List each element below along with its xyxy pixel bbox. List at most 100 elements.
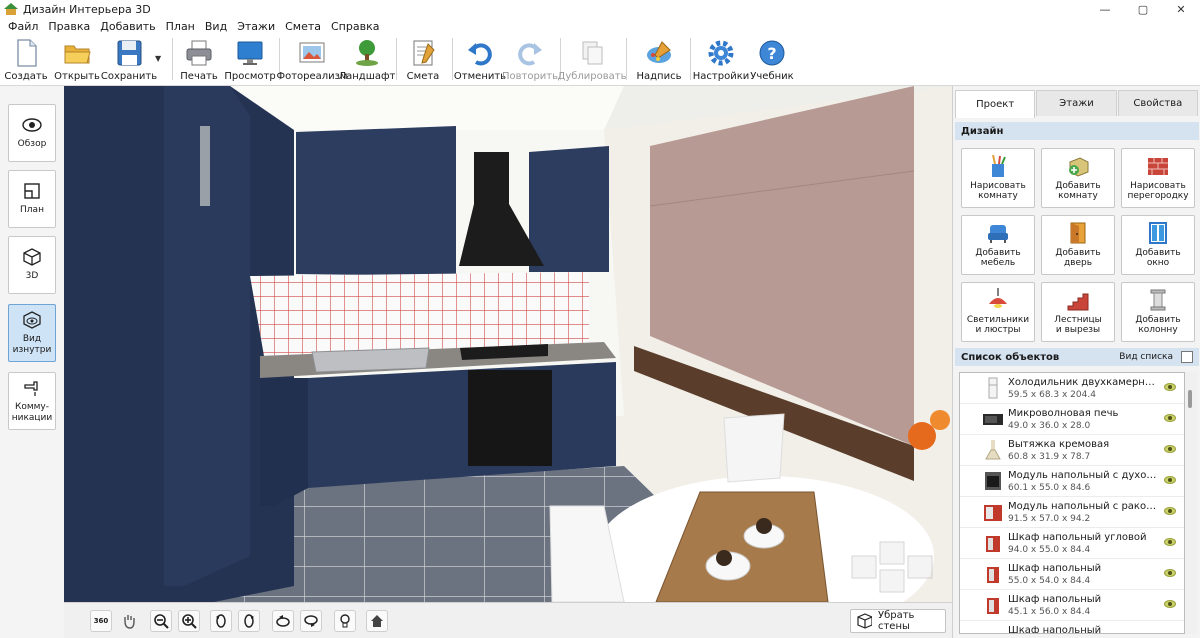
object-name: Модуль напольный с раковиной <box>1008 501 1160 512</box>
main-toolbar: Создать Открыть Сохранить ▼ Печать Просм… <box>0 34 1200 86</box>
stairs-button[interactable]: Лестницы и вырезы <box>1041 282 1115 342</box>
menu-file[interactable]: Файл <box>3 20 43 33</box>
redo-label: Повторить <box>501 71 559 82</box>
visibility-eye-icon[interactable] <box>1164 476 1176 484</box>
3d-viewport[interactable] <box>64 86 952 602</box>
add-door-button[interactable]: Добавить дверь <box>1041 215 1115 275</box>
visibility-eye-icon[interactable] <box>1164 538 1176 546</box>
tab-project[interactable]: Проект <box>955 90 1036 118</box>
sidebar-item-utilities[interactable]: Комму- никации <box>8 372 56 430</box>
settings-label: Настройки <box>692 71 750 82</box>
minimize-button[interactable]: — <box>1086 0 1124 18</box>
list-item[interactable]: Холодильник двухкамерный бе... 59.5 x 68… <box>960 373 1184 404</box>
tilt-up-button[interactable] <box>272 610 294 632</box>
scrollbar-thumb[interactable] <box>1188 390 1192 408</box>
tutorial-label: Учебник <box>750 71 794 82</box>
list-item[interactable]: Шкаф напольный 55.0 x 54.0 x 84.4 <box>960 559 1184 590</box>
list-item[interactable]: Вытяжка кремовая 60.8 x 31.9 x 78.7 <box>960 435 1184 466</box>
add-furniture-button[interactable]: Добавить мебель <box>961 215 1035 275</box>
kitchen-3d-scene[interactable] <box>64 86 952 602</box>
preview-button[interactable]: Просмотр <box>224 36 276 84</box>
menu-view[interactable]: Вид <box>200 20 232 33</box>
list-item[interactable]: Микроволновая печь 49.0 x 36.0 x 28.0 <box>960 404 1184 435</box>
estimate-button[interactable]: Смета <box>404 36 442 84</box>
visibility-eye-icon[interactable] <box>1164 569 1176 577</box>
list-item[interactable]: Модуль напольный с раковиной 91.5 x 57.0… <box>960 497 1184 528</box>
open-button[interactable]: Открыть <box>54 36 100 84</box>
visibility-eye-icon[interactable] <box>1164 414 1176 422</box>
printer-icon <box>184 38 214 68</box>
visibility-eye-icon[interactable] <box>1164 383 1176 391</box>
menu-edit[interactable]: Правка <box>43 20 95 33</box>
tutorial-button[interactable]: ? Учебник <box>750 36 794 84</box>
menu-add[interactable]: Добавить <box>95 20 160 33</box>
zoom-in-icon <box>182 614 197 629</box>
photorealism-label: Фотореализм <box>276 71 348 82</box>
list-item[interactable]: Шкаф напольный 45.1 x 56.0 x 84.4 <box>960 590 1184 621</box>
zoom-out-button[interactable] <box>150 610 172 632</box>
create-button[interactable]: Создать <box>4 36 48 84</box>
visibility-eye-icon[interactable] <box>1164 507 1176 515</box>
close-button[interactable]: ✕ <box>1162 0 1200 18</box>
design-header-label: Дизайн <box>961 125 1004 137</box>
draw-room-button[interactable]: Нарисовать комнату <box>961 148 1035 208</box>
caption-label: Надпись <box>636 71 682 82</box>
redo-button[interactable]: Повторить <box>502 36 558 84</box>
rotate-360-button[interactable]: 360 <box>90 610 112 632</box>
visibility-eye-icon[interactable] <box>1164 445 1176 453</box>
landscape-button[interactable]: Ландшафт <box>339 36 395 84</box>
photorealism-button[interactable]: Фотореализм <box>276 36 348 84</box>
menu-estimate[interactable]: Смета <box>280 20 326 33</box>
landscape-label: Ландшафт <box>338 71 396 82</box>
add-room-button[interactable]: Добавить комнату <box>1041 148 1115 208</box>
objects-list[interactable]: Холодильник двухкамерный бе... 59.5 x 68… <box>959 372 1185 634</box>
object-name: Шкаф напольный <box>1008 563 1102 574</box>
menu-floors[interactable]: Этажи <box>232 20 280 33</box>
zoom-in-button[interactable] <box>178 610 200 632</box>
visibility-eye-icon[interactable] <box>1164 600 1176 608</box>
sidebar-item-overview[interactable]: Обзор <box>8 104 56 162</box>
sidebar-item-plan[interactable]: План <box>8 170 56 228</box>
duplicate-button[interactable]: Дублировать <box>558 36 627 84</box>
add-window-button[interactable]: Добавить окно <box>1121 215 1195 275</box>
pan-button[interactable] <box>118 610 140 632</box>
tab-floors[interactable]: Этажи <box>1036 90 1117 116</box>
rotate-left-button[interactable] <box>210 610 232 632</box>
rotate-360-icon: 360 <box>93 617 109 625</box>
sidebar-item-inside-view[interactable]: Вид изнутри <box>8 304 56 362</box>
print-button[interactable]: Печать <box>180 36 218 84</box>
objects-scrollbar[interactable] <box>1185 372 1197 634</box>
draw-partition-button[interactable]: Нарисовать перегородку <box>1121 148 1195 208</box>
light-button[interactable] <box>334 610 356 632</box>
list-item[interactable]: Шкаф напольный <box>960 621 1184 633</box>
sidebar-item-3d[interactable]: 3D <box>8 236 56 294</box>
remove-walls-button[interactable]: Убрать стены <box>850 609 946 633</box>
pencils-cup-icon <box>986 154 1010 178</box>
rotate-left-icon <box>216 614 226 628</box>
view-mode-sidebar: Обзор План 3D Вид изнутри Комму- никации <box>0 86 64 638</box>
rotate-right-button[interactable] <box>238 610 260 632</box>
undo-icon <box>465 38 495 68</box>
tab-properties[interactable]: Свойства <box>1117 90 1198 116</box>
home-view-button[interactable] <box>366 610 388 632</box>
object-dims: 91.5 x 57.0 x 94.2 <box>1008 514 1091 524</box>
list-item[interactable]: Шкаф напольный угловой 94.0 x 55.0 x 84.… <box>960 528 1184 559</box>
settings-button[interactable]: Настройки <box>692 36 750 84</box>
list-view-toggle[interactable]: Вид списка <box>1119 352 1173 362</box>
menu-plan[interactable]: План <box>161 20 200 33</box>
save-dropdown-icon[interactable]: ▼ <box>155 54 161 63</box>
walls-cube-icon <box>857 613 872 629</box>
lights-button[interactable]: Светильники и люстры <box>961 282 1035 342</box>
maximize-button[interactable]: ▢ <box>1124 0 1162 18</box>
list-view-icon[interactable] <box>1181 351 1193 363</box>
remove-walls-label: Убрать стены <box>877 610 915 632</box>
save-button[interactable]: Сохранить <box>101 36 157 84</box>
toolbar-divider <box>452 38 453 80</box>
add-column-button[interactable]: Добавить колонну <box>1121 282 1195 342</box>
caption-button[interactable]: Надпись <box>636 36 682 84</box>
list-item[interactable]: Модуль напольный с духовым ... 60.1 x 55… <box>960 466 1184 497</box>
sidebar-item-label: Обзор <box>17 139 47 149</box>
undo-button[interactable]: Отменить <box>454 36 506 84</box>
menu-help[interactable]: Справка <box>326 20 384 33</box>
tilt-down-button[interactable] <box>300 610 322 632</box>
